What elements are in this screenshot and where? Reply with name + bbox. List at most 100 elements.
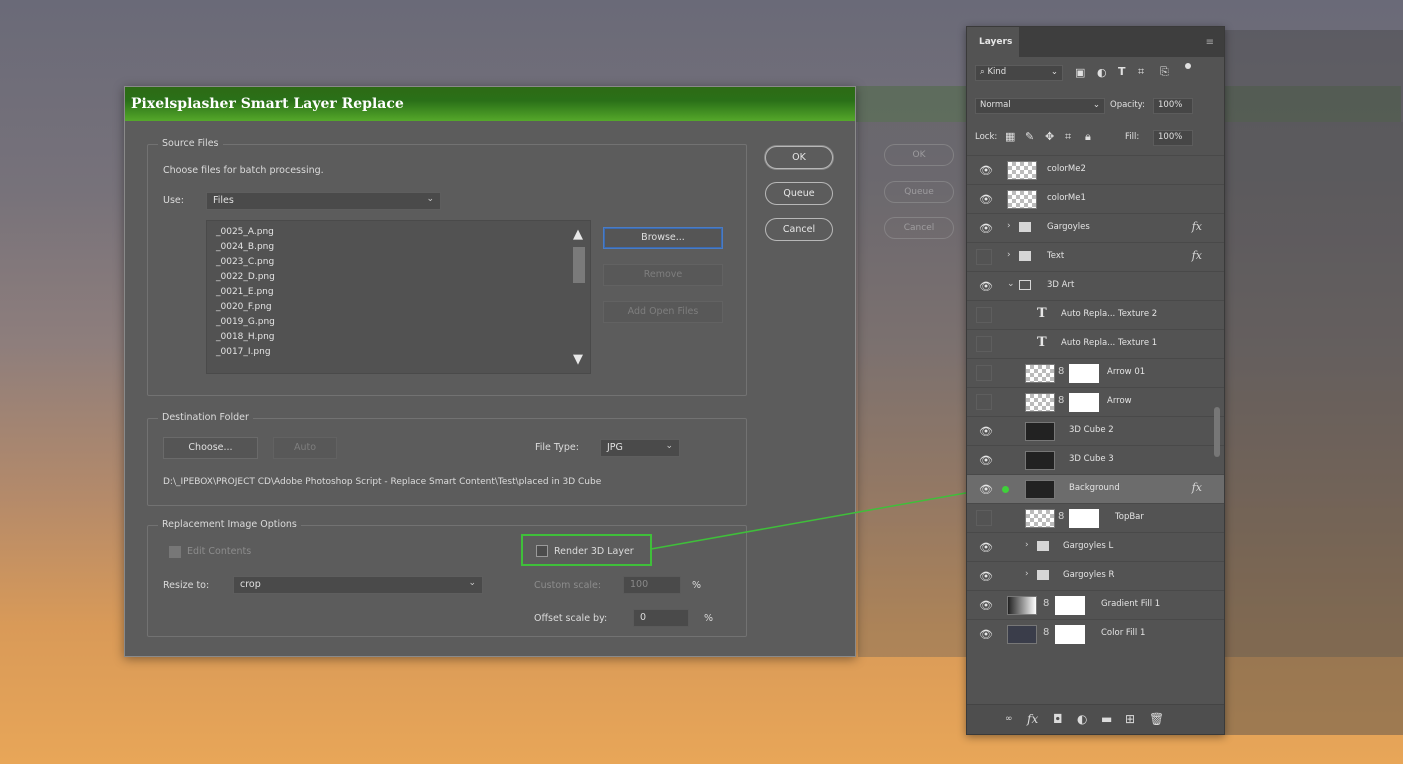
- source-file-list[interactable]: _0025_A.png _0024_B.png _0023_C.png _002…: [206, 220, 591, 374]
- layer-row[interactable]: 👁︎ 3D Cube 3: [967, 445, 1224, 474]
- edit-contents-checkbox[interactable]: [169, 546, 181, 558]
- blend-mode-select[interactable]: Normal ⌄: [975, 98, 1105, 114]
- adjustment-layer-icon[interactable]: ◐: [1077, 712, 1087, 726]
- custom-scale-input[interactable]: 100: [623, 576, 681, 594]
- add-mask-icon[interactable]: ◘: [1053, 712, 1063, 726]
- list-scrollbar[interactable]: ▲ ▼: [572, 227, 586, 367]
- link-layers-icon[interactable]: ∞: [1005, 714, 1013, 724]
- expand-icon[interactable]: ›: [1025, 569, 1029, 579]
- layer-row[interactable]: T Auto Repla... Texture 2: [967, 300, 1224, 329]
- list-item[interactable]: _0024_B.png: [216, 242, 274, 252]
- adjustment-filter-icon[interactable]: ◐: [1097, 66, 1107, 79]
- new-layer-icon[interactable]: ⊞: [1125, 712, 1135, 726]
- eye-icon[interactable]: 👁︎: [979, 222, 993, 235]
- eye-icon[interactable]: 👁︎: [979, 570, 993, 583]
- offset-scale-input[interactable]: 0: [633, 609, 689, 627]
- visibility-toggle[interactable]: [976, 307, 992, 323]
- render-3d-checkbox[interactable]: [536, 545, 548, 557]
- resize-select[interactable]: crop ⌄: [233, 576, 483, 594]
- lock-brush-icon[interactable]: ✎: [1025, 130, 1034, 143]
- list-item[interactable]: _0019_G.png: [216, 317, 275, 327]
- fill-input[interactable]: 100%: [1153, 130, 1193, 146]
- eye-icon[interactable]: 👁︎: [979, 164, 993, 177]
- link-icon[interactable]: 8: [1043, 627, 1049, 638]
- layers-scrollbar[interactable]: [1214, 407, 1220, 457]
- lock-transparent-icon[interactable]: ▦: [1005, 130, 1015, 143]
- expand-icon[interactable]: ›: [1007, 250, 1011, 260]
- list-item[interactable]: _0017_I.png: [216, 347, 271, 357]
- layer-row[interactable]: 👁︎ colorMe1: [967, 184, 1224, 213]
- visibility-toggle[interactable]: [976, 336, 992, 352]
- queue-button[interactable]: Queue: [765, 182, 833, 205]
- eye-icon[interactable]: 👁︎: [979, 541, 993, 554]
- list-item[interactable]: _0021_E.png: [216, 287, 274, 297]
- use-select[interactable]: Files ⌄: [206, 192, 441, 210]
- layer-row-selected[interactable]: 👁︎ Background fx: [967, 474, 1224, 503]
- fx-icon[interactable]: fx: [1192, 481, 1202, 494]
- auto-button[interactable]: Auto: [273, 437, 337, 459]
- list-item[interactable]: _0020_F.png: [216, 302, 272, 312]
- expand-icon[interactable]: ›: [1025, 540, 1029, 550]
- eye-icon[interactable]: 👁︎: [979, 425, 993, 438]
- kind-filter-select[interactable]: ⌕ Kind ⌄: [975, 65, 1063, 81]
- layer-row[interactable]: 👁︎ › Gargoyles R: [967, 561, 1224, 590]
- collapse-icon[interactable]: ⌄: [1007, 279, 1015, 289]
- list-item[interactable]: _0025_A.png: [216, 227, 274, 237]
- eye-icon[interactable]: 👁︎: [979, 280, 993, 293]
- layer-row[interactable]: 👁︎ › Gargoyles fx: [967, 213, 1224, 242]
- eye-icon[interactable]: 👁︎: [979, 483, 993, 496]
- layer-row[interactable]: 👁︎ 8 Color Fill 1: [967, 619, 1224, 648]
- visibility-toggle[interactable]: [976, 394, 992, 410]
- layer-row[interactable]: 8 TopBar: [967, 503, 1224, 532]
- eye-icon[interactable]: 👁︎: [979, 628, 993, 641]
- eye-icon[interactable]: 👁︎: [979, 193, 993, 206]
- tab-layers[interactable]: Layers: [967, 27, 1019, 57]
- visibility-toggle[interactable]: [976, 249, 992, 265]
- add-open-files-button[interactable]: Add Open Files: [603, 301, 723, 323]
- layer-row[interactable]: 👁︎ 3D Cube 2: [967, 416, 1224, 445]
- shape-filter-icon[interactable]: ⌗: [1138, 65, 1144, 79]
- layer-row[interactable]: 8 Arrow: [967, 387, 1224, 416]
- lock-artboard-icon[interactable]: ⌗: [1065, 130, 1071, 144]
- lock-all-icon[interactable]: 🔒︎: [1085, 130, 1091, 144]
- pixel-filter-icon[interactable]: ▣: [1075, 66, 1085, 79]
- list-item[interactable]: _0018_H.png: [216, 332, 275, 342]
- opacity-input[interactable]: 100%: [1153, 98, 1193, 114]
- link-icon[interactable]: 8: [1043, 598, 1049, 609]
- visibility-toggle[interactable]: [976, 365, 992, 381]
- trash-icon[interactable]: 🗑︎: [1149, 712, 1164, 726]
- fx-icon[interactable]: fx: [1027, 712, 1038, 726]
- type-filter-icon[interactable]: T: [1118, 65, 1126, 78]
- layer-row[interactable]: 👁︎ 8 Gradient Fill 1: [967, 590, 1224, 619]
- scroll-thumb[interactable]: [573, 247, 585, 283]
- lock-position-icon[interactable]: ✥: [1045, 130, 1054, 143]
- fx-icon[interactable]: fx: [1192, 220, 1202, 233]
- file-type-select[interactable]: JPG ⌄: [600, 439, 680, 457]
- expand-icon[interactable]: ›: [1007, 221, 1011, 231]
- layer-row[interactable]: 👁︎ colorMe2: [967, 155, 1224, 184]
- scroll-up-icon[interactable]: ▲: [573, 227, 583, 242]
- list-item[interactable]: _0023_C.png: [216, 257, 274, 267]
- fx-icon[interactable]: fx: [1192, 249, 1202, 262]
- remove-button[interactable]: Remove: [603, 264, 723, 286]
- browse-button[interactable]: Browse...: [603, 227, 723, 249]
- link-icon[interactable]: 8: [1058, 511, 1064, 522]
- layer-row[interactable]: 8 Arrow 01: [967, 358, 1224, 387]
- visibility-toggle[interactable]: [976, 510, 992, 526]
- smart-object-filter-icon[interactable]: ⎘: [1160, 65, 1169, 79]
- choose-button[interactable]: Choose...: [163, 437, 258, 459]
- panel-menu-icon[interactable]: ≡: [1206, 37, 1214, 48]
- list-item[interactable]: _0022_D.png: [216, 272, 275, 282]
- layer-row[interactable]: › Text fx: [967, 242, 1224, 271]
- cancel-button[interactable]: Cancel: [765, 218, 833, 241]
- layer-row[interactable]: 👁︎ ⌄ 3D Art: [967, 271, 1224, 300]
- eye-icon[interactable]: 👁︎: [979, 599, 993, 612]
- new-group-icon[interactable]: ▬: [1101, 712, 1112, 726]
- layer-row[interactable]: 👁︎ › Gargoyles L: [967, 532, 1224, 561]
- filter-toggle-icon[interactable]: [1185, 63, 1191, 69]
- link-icon[interactable]: 8: [1058, 366, 1064, 377]
- link-icon[interactable]: 8: [1058, 395, 1064, 406]
- ok-button[interactable]: OK: [765, 146, 833, 169]
- layer-row[interactable]: T Auto Repla... Texture 1: [967, 329, 1224, 358]
- scroll-down-icon[interactable]: ▼: [573, 352, 583, 367]
